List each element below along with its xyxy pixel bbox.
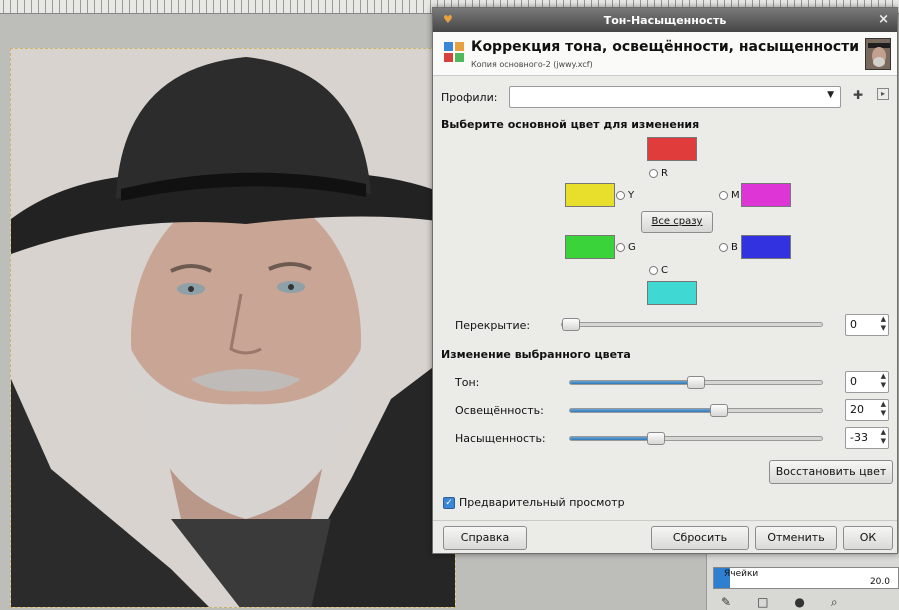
swatch-blue[interactable] <box>741 235 791 259</box>
swatch-cyan[interactable] <box>647 281 697 305</box>
radio-green[interactable]: G <box>616 242 636 253</box>
lightness-slider[interactable] <box>569 404 823 417</box>
close-icon[interactable]: × <box>878 12 889 27</box>
overlap-spin[interactable]: 0 ▲ ▼ <box>845 314 889 336</box>
ok-button[interactable]: ОК <box>843 526 893 550</box>
profiles-dropdown[interactable]: ▼ <box>509 86 841 108</box>
reset-button[interactable]: Сбросить <box>651 526 749 550</box>
all-colors-button[interactable]: Все сразу <box>641 211 713 233</box>
overlap-slider-handle[interactable] <box>562 318 580 331</box>
image-thumbnail <box>865 38 891 70</box>
swatch-red[interactable] <box>647 137 697 161</box>
square-icon[interactable]: □ <box>757 595 768 610</box>
header-subtitle: Копия основного-2 (jwwy.xcf) <box>471 60 593 69</box>
spin-arrows-icon[interactable]: ▲ ▼ <box>881 372 886 390</box>
profiles-label: Профили: <box>441 91 498 104</box>
chevron-down-icon: ▼ <box>827 90 834 100</box>
saturation-label: Насыщенность: <box>455 432 546 445</box>
canvas-photo[interactable] <box>10 48 456 608</box>
swatch-green[interactable] <box>565 235 615 259</box>
radio-cyan[interactable]: C <box>649 265 668 276</box>
layers-panel: Ячейки 20.0 ✎ □ ● ⌕ <box>706 553 899 610</box>
panel-tool-icons: ✎ □ ● ⌕ <box>721 595 838 610</box>
spin-arrows-icon[interactable]: ▲ ▼ <box>881 400 886 418</box>
select-color-title: Выберите основной цвет для изменения <box>441 118 700 131</box>
search-icon[interactable]: ⌕ <box>831 595 838 610</box>
circle-icon[interactable]: ● <box>794 595 804 610</box>
swatch-yellow[interactable] <box>565 183 615 207</box>
footer-divider <box>433 520 897 521</box>
help-button[interactable]: Справка <box>443 526 527 550</box>
hue-label: Тон: <box>455 376 480 389</box>
preview-label: Предварительный просмотр <box>459 496 625 509</box>
saturation-slider[interactable] <box>569 432 823 445</box>
radio-red[interactable]: R <box>649 168 668 179</box>
profile-menu-icon[interactable]: ▸ <box>877 88 889 100</box>
preview-checkbox[interactable]: ✓ Предварительный просмотр <box>443 496 625 509</box>
checkbox-check-icon: ✓ <box>443 496 455 509</box>
radio-blue[interactable]: B <box>719 242 738 253</box>
swatch-magenta[interactable] <box>741 183 791 207</box>
layer-value: 20.0 <box>869 577 890 587</box>
portrait-image <box>11 49 455 607</box>
radio-yellow[interactable]: Y <box>616 190 634 201</box>
spin-arrows-icon[interactable]: ▲ ▼ <box>881 315 886 333</box>
cancel-button[interactable]: Отменить <box>755 526 837 550</box>
dialog-titlebar[interactable]: ♥ Тон-Насыщенность × <box>433 8 897 32</box>
header-title: Коррекция тона, освещённости, насыщеннос… <box>471 39 860 55</box>
layer-opacity-bar[interactable]: Ячейки 20.0 <box>713 567 899 589</box>
add-profile-icon[interactable]: ✚ <box>853 88 863 102</box>
hue-slider[interactable] <box>569 376 823 389</box>
overlap-label: Перекрытие: <box>455 319 531 332</box>
saturation-slider-handle[interactable] <box>647 432 665 445</box>
hue-spin[interactable]: 0 ▲ ▼ <box>845 371 889 393</box>
spin-arrows-icon[interactable]: ▲ ▼ <box>881 428 886 446</box>
dialog-title: Тон-Насыщенность <box>603 14 727 27</box>
overlap-slider[interactable] <box>561 318 823 331</box>
layer-name: Ячейки <box>724 569 759 579</box>
lightness-slider-handle[interactable] <box>710 404 728 417</box>
saturation-spin[interactable]: -33 ▲ ▼ <box>845 427 889 449</box>
lightness-spin[interactable]: 20 ▲ ▼ <box>845 399 889 421</box>
hue-slider-handle[interactable] <box>687 376 705 389</box>
dialog-header: Коррекция тона, освещённости, насыщеннос… <box>433 32 897 76</box>
hue-saturation-icon <box>444 42 464 62</box>
change-color-title: Изменение выбранного цвета <box>441 348 631 361</box>
hue-saturation-dialog: ♥ Тон-Насыщенность × Коррекция тона, осв… <box>432 7 898 554</box>
radio-magenta[interactable]: M <box>719 190 740 201</box>
lightness-label: Освещённость: <box>455 404 544 417</box>
brush-icon[interactable]: ✎ <box>721 595 731 610</box>
reset-color-button[interactable]: Восстановить цвет <box>769 460 893 484</box>
